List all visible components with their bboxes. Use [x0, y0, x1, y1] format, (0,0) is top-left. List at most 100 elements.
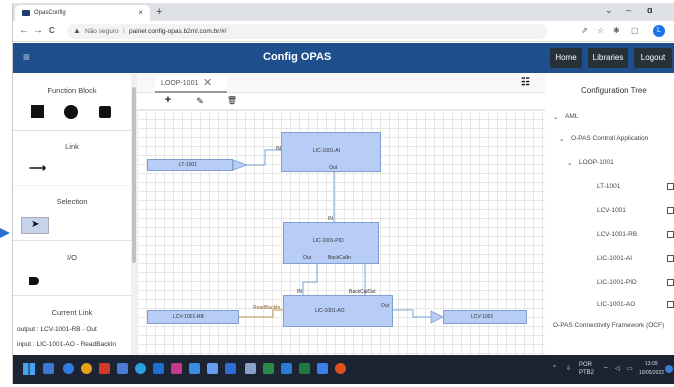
app-icon[interactable] [135, 363, 146, 374]
reload-icon[interactable]: C [49, 26, 55, 35]
edit-icon[interactable]: ✎ [189, 96, 211, 108]
edit-box-icon[interactable] [667, 301, 674, 308]
tab-search-icon[interactable]: ⌄ [605, 5, 613, 16]
configuration-tree: Configuration Tree ⌄ AML ⌄ O-PAS Control… [545, 73, 674, 355]
app-icon[interactable] [171, 363, 182, 374]
share-icon[interactable]: ⇗ [581, 26, 588, 35]
edit-box-icon[interactable] [667, 279, 674, 286]
chevron-down-icon[interactable]: ⌄ [559, 135, 564, 143]
tree-item-ocf[interactable]: O-PAS Connectivity Framework (OCF) [553, 321, 671, 330]
editor-toolbar: + ✎ 🗑 [137, 93, 545, 110]
app-header: ≡ Config OPAS Home Libraries Logout [13, 43, 674, 73]
ai-out-port[interactable]: Out [329, 165, 337, 171]
chevron-down-icon[interactable]: ⌄ [567, 159, 572, 167]
home-button[interactable]: Home [550, 48, 582, 68]
maximize-button[interactable]: ɑ [647, 5, 653, 15]
close-tab-icon[interactable]: ✕ [203, 76, 212, 89]
extensions-icon[interactable]: ✱ [613, 26, 620, 35]
app-icon[interactable] [263, 363, 274, 374]
rounded-square-block-icon[interactable] [99, 106, 111, 118]
block-palette: Function Block Link ⟶ Selection ➤ I/O Cu… [13, 73, 131, 355]
tree-item-lcv-1001[interactable]: LCV-1001 [597, 207, 626, 214]
search-icon[interactable] [43, 363, 54, 374]
browser-tab[interactable]: OpasConfig × [15, 5, 150, 21]
app-icon[interactable] [335, 363, 346, 374]
volume-icon[interactable]: ◁ [615, 365, 620, 372]
tree-item-lic-1001-ai[interactable]: LIC-1001-AI [597, 255, 632, 262]
ao-backcal-port[interactable]: BackCalOut [349, 289, 376, 295]
edit-box-icon[interactable] [667, 255, 674, 262]
notification-icon[interactable] [665, 365, 673, 373]
tree-item-lic-1001-pid[interactable]: LIC-1001-PID [597, 279, 637, 286]
diagram-canvas[interactable]: LT-1001 LIC-1001-AI IN Out LIC-1001-PID … [137, 110, 545, 355]
forward-icon[interactable]: → [33, 25, 43, 36]
tree-item-lcv-1001-rb[interactable]: LCV-1001-RB [597, 231, 637, 238]
chevron-down-icon[interactable]: ⌄ [553, 113, 558, 121]
tree-item-aml[interactable]: AML [565, 113, 578, 120]
back-icon[interactable]: ← [19, 25, 29, 36]
tree-toggle-icon[interactable]: ☷ [521, 77, 530, 88]
square-block-icon[interactable] [31, 105, 44, 118]
star-icon[interactable]: ☆ [597, 26, 604, 35]
edge-icon[interactable] [63, 363, 74, 374]
circle-block-icon[interactable] [64, 105, 78, 119]
edit-box-icon[interactable] [667, 183, 674, 190]
keyboard-layout[interactable]: PTB2 [579, 370, 594, 376]
tree-item-controll-application[interactable]: O-PAS Controll Application [571, 135, 648, 142]
pid-out-port[interactable]: Out [303, 255, 311, 261]
tray-icon[interactable]: ⇩ [566, 365, 571, 372]
wire-pid-to-ao [302, 263, 318, 295]
chrome-icon[interactable] [81, 363, 92, 374]
language-indicator[interactable]: POR [579, 362, 592, 368]
io-tag-icon[interactable] [29, 277, 39, 285]
ao-out-port[interactable]: Out [381, 303, 389, 309]
new-tab-button[interactable]: + [156, 6, 162, 18]
profile-avatar[interactable]: L [653, 25, 665, 37]
scrollbar-thumb[interactable] [132, 87, 136, 263]
app-icon[interactable] [317, 363, 328, 374]
menu-icon[interactable]: ≡ [23, 50, 30, 64]
logout-button[interactable]: Logout [634, 48, 672, 68]
clock-date[interactable]: 10/05/2022 [639, 370, 664, 376]
edit-box-icon[interactable] [667, 207, 674, 214]
sidebar-icon[interactable]: ▢ [631, 26, 639, 35]
tree-item-lt-1001[interactable]: LT-1001 [597, 183, 620, 190]
pid-backcal-port[interactable]: BackCalIn [328, 255, 351, 261]
windows-start-icon[interactable] [23, 363, 35, 375]
excel-icon[interactable] [299, 363, 310, 374]
app-icon[interactable] [207, 363, 218, 374]
tree-item-loop-1001[interactable]: LOOP-1001 [579, 159, 614, 166]
battery-icon[interactable]: ▭ [627, 365, 633, 372]
url-field[interactable]: ▲ Não seguro | painel.config-opas.b2ml.c… [67, 24, 547, 39]
side-pointer-arrow [0, 228, 10, 238]
wifi-icon[interactable]: ⌔ [603, 365, 609, 373]
app-icon[interactable] [117, 363, 128, 374]
ai-in-port[interactable]: IN [276, 146, 281, 152]
app-icon[interactable] [99, 363, 110, 374]
app-icon[interactable] [225, 363, 236, 374]
current-link-input: input : LIC-1001-AO - ReadBackIn [17, 341, 116, 348]
minimize-button[interactable]: – [626, 5, 631, 15]
pid-title: LIC-1001-PID [313, 238, 344, 244]
pointer-icon: ➤ [31, 219, 40, 230]
tray-chevron-icon[interactable]: ^ [553, 365, 556, 371]
address-bar: ← → C ▲ Não seguro | painel.config-opas.… [13, 21, 674, 42]
lt-arrow-shape [232, 159, 249, 171]
tab-close-icon[interactable]: × [138, 8, 143, 17]
edit-box-icon[interactable] [667, 231, 674, 238]
libraries-button[interactable]: Libraries [588, 48, 628, 68]
tree-item-lic-1001-ao[interactable]: LIC-1001-AO [597, 301, 635, 308]
ao-in-port[interactable]: IN [297, 289, 302, 295]
app-icon[interactable] [153, 363, 164, 374]
link-arrow-icon[interactable]: ⟶ [29, 161, 46, 175]
delete-icon[interactable]: 🗑 [221, 96, 243, 108]
app-icon[interactable] [281, 363, 292, 374]
tab-loop-1001[interactable]: LOOP-1001 ✕ [155, 75, 227, 93]
ao-readback-port[interactable]: ReadBackIn [253, 305, 280, 311]
screen: OpasConfig × + ⌄ – ɑ ← → C ▲ Não seguro … [12, 3, 674, 384]
clock-time[interactable]: 13:09 [645, 361, 658, 367]
pid-in-port[interactable]: IN [328, 216, 333, 222]
app-icon[interactable] [245, 363, 256, 374]
add-icon[interactable]: + [157, 94, 179, 106]
app-icon[interactable] [189, 363, 200, 374]
